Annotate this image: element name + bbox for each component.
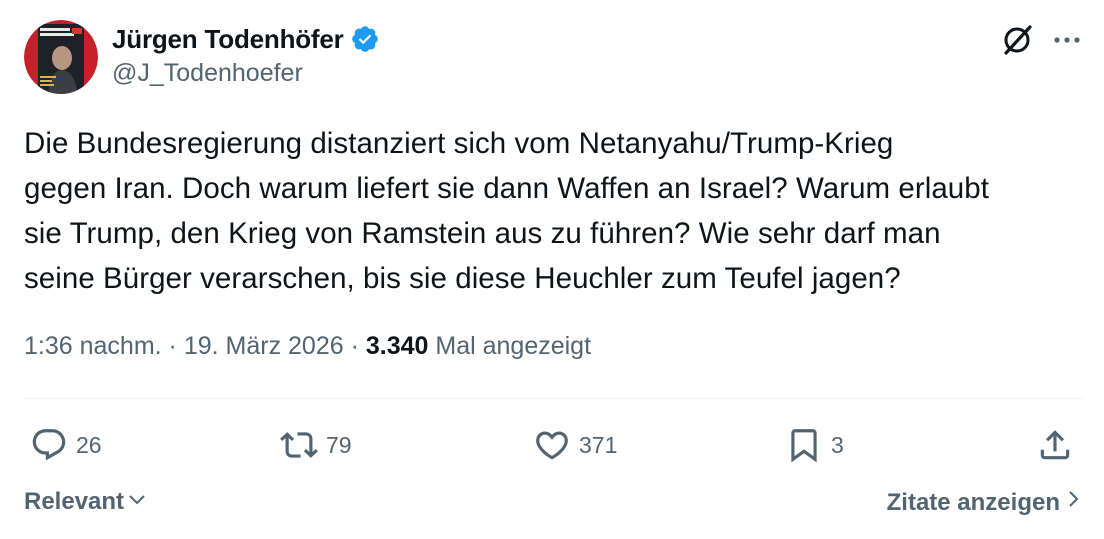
more-icon[interactable] xyxy=(1052,22,1082,58)
replies-footer: Relevant Zitate anzeigen xyxy=(24,488,1082,522)
chevron-down-icon xyxy=(127,488,147,516)
tweet-text-line: seine Bürger verarschen, bis sie diese H… xyxy=(24,262,901,295)
tweet-text-line: Die Bundesregierung distanziert sich vom… xyxy=(24,127,894,160)
avatar[interactable] xyxy=(24,20,98,94)
reply-icon xyxy=(30,426,68,464)
tweet-time[interactable]: 1:36 nachm. xyxy=(24,332,162,360)
share-icon xyxy=(1036,426,1074,464)
bookmark-button[interactable]: 3 xyxy=(785,423,844,467)
tweet-meta: 1:36 nachm. · 19. März 2026 · 3.340 Mal … xyxy=(24,332,591,361)
verified-badge-icon[interactable] xyxy=(350,24,380,54)
retweet-count: 79 xyxy=(326,431,352,458)
author-name[interactable]: Jürgen Todenhöfer xyxy=(112,24,344,55)
view-quotes-link[interactable]: Zitate anzeigen xyxy=(887,488,1082,517)
like-count: 371 xyxy=(579,431,618,458)
book-cover-avatar-image xyxy=(24,20,98,94)
chevron-right-icon xyxy=(1066,488,1082,517)
heart-icon xyxy=(533,426,571,464)
bookmark-icon xyxy=(785,426,823,464)
meta-separator: · xyxy=(343,332,366,360)
sort-dropdown[interactable]: Relevant xyxy=(24,488,147,516)
tweet-text-line: sie Trump, den Krieg von Ramstein aus zu… xyxy=(24,217,941,250)
meta-separator: · xyxy=(161,332,184,360)
retweet-button[interactable]: 79 xyxy=(280,423,352,467)
grok-icon[interactable] xyxy=(1000,22,1036,58)
share-button[interactable] xyxy=(1036,423,1074,467)
author-handle[interactable]: @J_Todenhoefer xyxy=(112,59,380,88)
action-bar: 26 79 371 3 xyxy=(0,423,1104,467)
retweet-icon xyxy=(280,426,318,464)
tweet-text-line: gegen Iran. Doch warum liefert sie dann … xyxy=(24,172,989,205)
like-button[interactable]: 371 xyxy=(533,423,617,467)
reply-count: 26 xyxy=(76,431,102,458)
author-name-row: Jürgen Todenhöfer xyxy=(112,21,380,57)
sort-label: Relevant xyxy=(24,488,125,515)
tweet-date[interactable]: 19. März 2026 xyxy=(184,332,344,360)
reply-button[interactable]: 26 xyxy=(30,423,102,467)
quotes-label: Zitate anzeigen xyxy=(886,488,1060,516)
views-count[interactable]: 3.340 xyxy=(366,332,429,360)
author-block: Jürgen Todenhöfer @J_Todenhoefer xyxy=(112,21,380,88)
tweet-header-actions xyxy=(1000,22,1082,58)
tweet-text: Die Bundesregierung distanziert sich vom… xyxy=(24,121,1094,301)
divider xyxy=(24,398,1084,399)
bookmark-count: 3 xyxy=(831,431,844,458)
views-label: Mal angezeigt xyxy=(435,332,592,360)
